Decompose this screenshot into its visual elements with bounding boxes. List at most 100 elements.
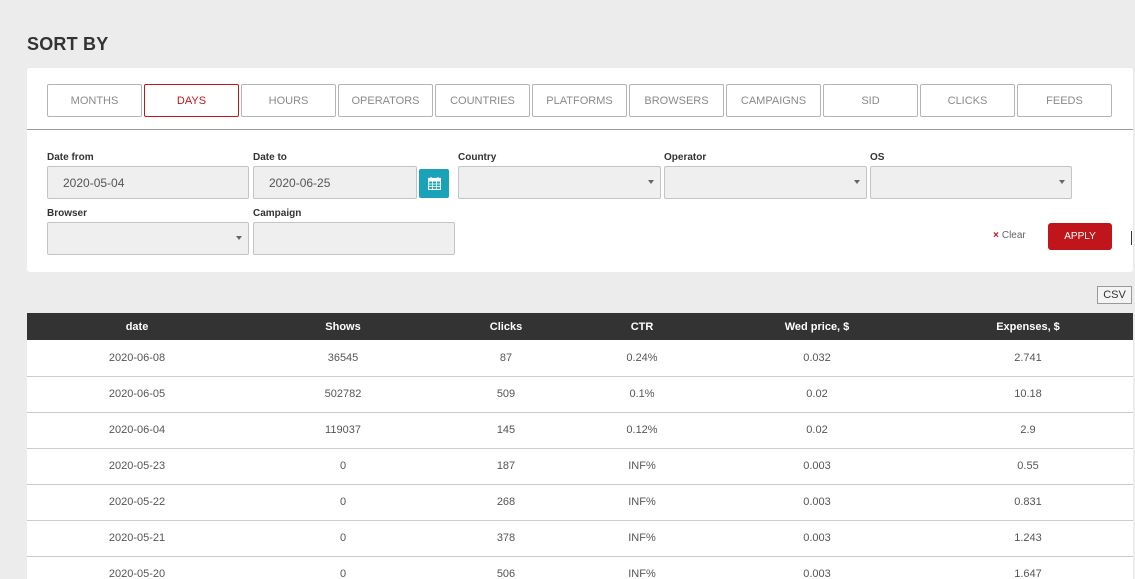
date-from-value: 2020-05-04 (63, 175, 125, 190)
table-cell: 2020-06-05 (27, 376, 247, 413)
table-cell: 506 (439, 556, 573, 579)
browser-label: Browser (47, 208, 88, 219)
os-label: OS (870, 152, 885, 163)
table-row: 2020-05-20 0 506 INF% 0.003 1.647 (27, 556, 1133, 579)
csv-export-button[interactable]: CSV (1097, 286, 1132, 304)
country-select[interactable] (458, 166, 661, 199)
table-cell: 2.9 (923, 412, 1133, 449)
date-to-value: 2020-06-25 (269, 175, 331, 190)
tab-operators[interactable]: OPERATORS (338, 84, 433, 117)
tab-campaigns[interactable]: CAMPAIGNS (726, 84, 821, 117)
chevron-down-icon (1059, 180, 1065, 184)
table-cell: 0 (247, 520, 439, 557)
tab-hours[interactable]: HOURS (241, 84, 336, 117)
table-cell: 0.003 (711, 448, 923, 485)
table-cell: 0.831 (923, 484, 1133, 521)
column-header[interactable]: CTR (573, 313, 711, 340)
chevron-down-icon (648, 180, 654, 184)
tab-sid[interactable]: SID (823, 84, 918, 117)
date-from-field[interactable]: 2020-05-04 (47, 166, 249, 199)
tab-browsers[interactable]: BROWSERS (629, 84, 724, 117)
browser-select[interactable] (47, 222, 249, 255)
apply-button[interactable]: APPLY (1048, 223, 1112, 250)
table-cell: INF% (573, 556, 711, 579)
column-header[interactable]: date (27, 313, 247, 340)
table-cell: 268 (439, 484, 573, 521)
stats-table: date Shows Clicks CTR Wed price, $ Expenses, … (27, 313, 1133, 579)
os-select[interactable] (870, 166, 1072, 199)
table-cell: 10.18 (923, 376, 1133, 413)
campaign-field[interactable] (253, 222, 455, 255)
clear-label: Clear (1001, 230, 1026, 241)
campaign-label: Campaign (253, 208, 302, 219)
table-cell: 2020-06-08 (27, 340, 247, 377)
table-row: 2020-05-21 0 378 INF% 0.003 1.243 (27, 520, 1133, 557)
close-icon: × (993, 230, 999, 241)
table-cell: 0 (247, 556, 439, 579)
table-row: 2020-06-05 502782 509 0.1% 0.02 10.18 (27, 376, 1133, 413)
table-cell: 187 (439, 448, 573, 485)
table-cell: 509 (439, 376, 573, 413)
tab-clicks[interactable]: CLICKS (920, 84, 1015, 117)
column-header[interactable]: Shows (247, 313, 439, 340)
table-cell: 0.24% (573, 340, 711, 377)
calendar-button[interactable] (419, 169, 449, 198)
tab-countries[interactable]: COUNTRIES (435, 84, 530, 117)
sort-tabs: MONTHS DAYS HOURS OPERATORS COUNTRIES PLATFOR… (47, 84, 1112, 117)
calendar-icon (427, 177, 441, 190)
chevron-down-icon (854, 180, 860, 184)
table-cell: 2020-05-21 (27, 520, 247, 557)
table-cell: 378 (439, 520, 573, 557)
table-cell: 0 (247, 484, 439, 521)
date-to-label: Date to (253, 152, 287, 163)
table-cell: 2020-05-20 (27, 556, 247, 579)
table-cell: 119037 (247, 412, 439, 449)
table-cell: 36545 (247, 340, 439, 377)
card-divider (27, 129, 1133, 130)
table-cell: INF% (573, 520, 711, 557)
table-cell: 0.1% (573, 376, 711, 413)
date-from-label: Date from (47, 152, 94, 163)
table-cell: 1.647 (923, 556, 1133, 579)
table-cell: 2020-05-23 (27, 448, 247, 485)
tab-platforms[interactable]: PLATFORMS (532, 84, 627, 117)
country-label: Country (458, 152, 497, 163)
table-cell: 2.741 (923, 340, 1133, 377)
table-cell: 0.02 (711, 376, 923, 413)
table-row: 2020-06-04 119037 145 0.12% 0.02 2.9 (27, 412, 1133, 449)
operator-select[interactable] (664, 166, 867, 199)
table-cell: 0.02 (711, 412, 923, 449)
tab-feeds[interactable]: FEEDS (1017, 84, 1112, 117)
table-row: 2020-06-08 36545 87 0.24% 0.032 2.741 (27, 340, 1133, 377)
page-title: SORT BY (27, 34, 109, 54)
table-cell: 1.243 (923, 520, 1133, 557)
table-cell: INF% (573, 448, 711, 485)
column-header[interactable]: Clicks (439, 313, 573, 340)
table-row: 2020-05-23 0 187 INF% 0.003 0.55 (27, 448, 1133, 485)
table-cell: 0.003 (711, 556, 923, 579)
tab-months[interactable]: MONTHS (47, 84, 142, 117)
operator-label: Operator (664, 152, 707, 163)
table-cell: 2020-05-22 (27, 484, 247, 521)
text-cursor-icon (1131, 231, 1135, 245)
chevron-down-icon (236, 236, 242, 240)
table-cell: 2020-06-04 (27, 412, 247, 449)
filter-card: MONTHS DAYS HOURS OPERATORS COUNTRIES PLATFOR… (27, 68, 1133, 272)
table-cell: 0.55 (923, 448, 1133, 485)
table-cell: INF% (573, 484, 711, 521)
table-cell: 0.032 (711, 340, 923, 377)
table-cell: 0 (247, 448, 439, 485)
table-cell: 145 (439, 412, 573, 449)
clear-button[interactable]: × Clear (993, 230, 1026, 241)
table-cell: 0.003 (711, 484, 923, 521)
table-cell: 502782 (247, 376, 439, 413)
column-header[interactable]: Wed price, $ (711, 313, 923, 340)
column-header[interactable]: Expenses, $ (923, 313, 1133, 340)
date-to-field[interactable]: 2020-06-25 (253, 166, 417, 199)
table-cell: 0.003 (711, 520, 923, 557)
table-header-row: date Shows Clicks CTR Wed price, $ Expenses, … (27, 313, 1133, 340)
table-cell: 0.12% (573, 412, 711, 449)
table-cell: 87 (439, 340, 573, 377)
table-row: 2020-05-22 0 268 INF% 0.003 0.831 (27, 484, 1133, 521)
tab-days[interactable]: DAYS (144, 84, 239, 117)
